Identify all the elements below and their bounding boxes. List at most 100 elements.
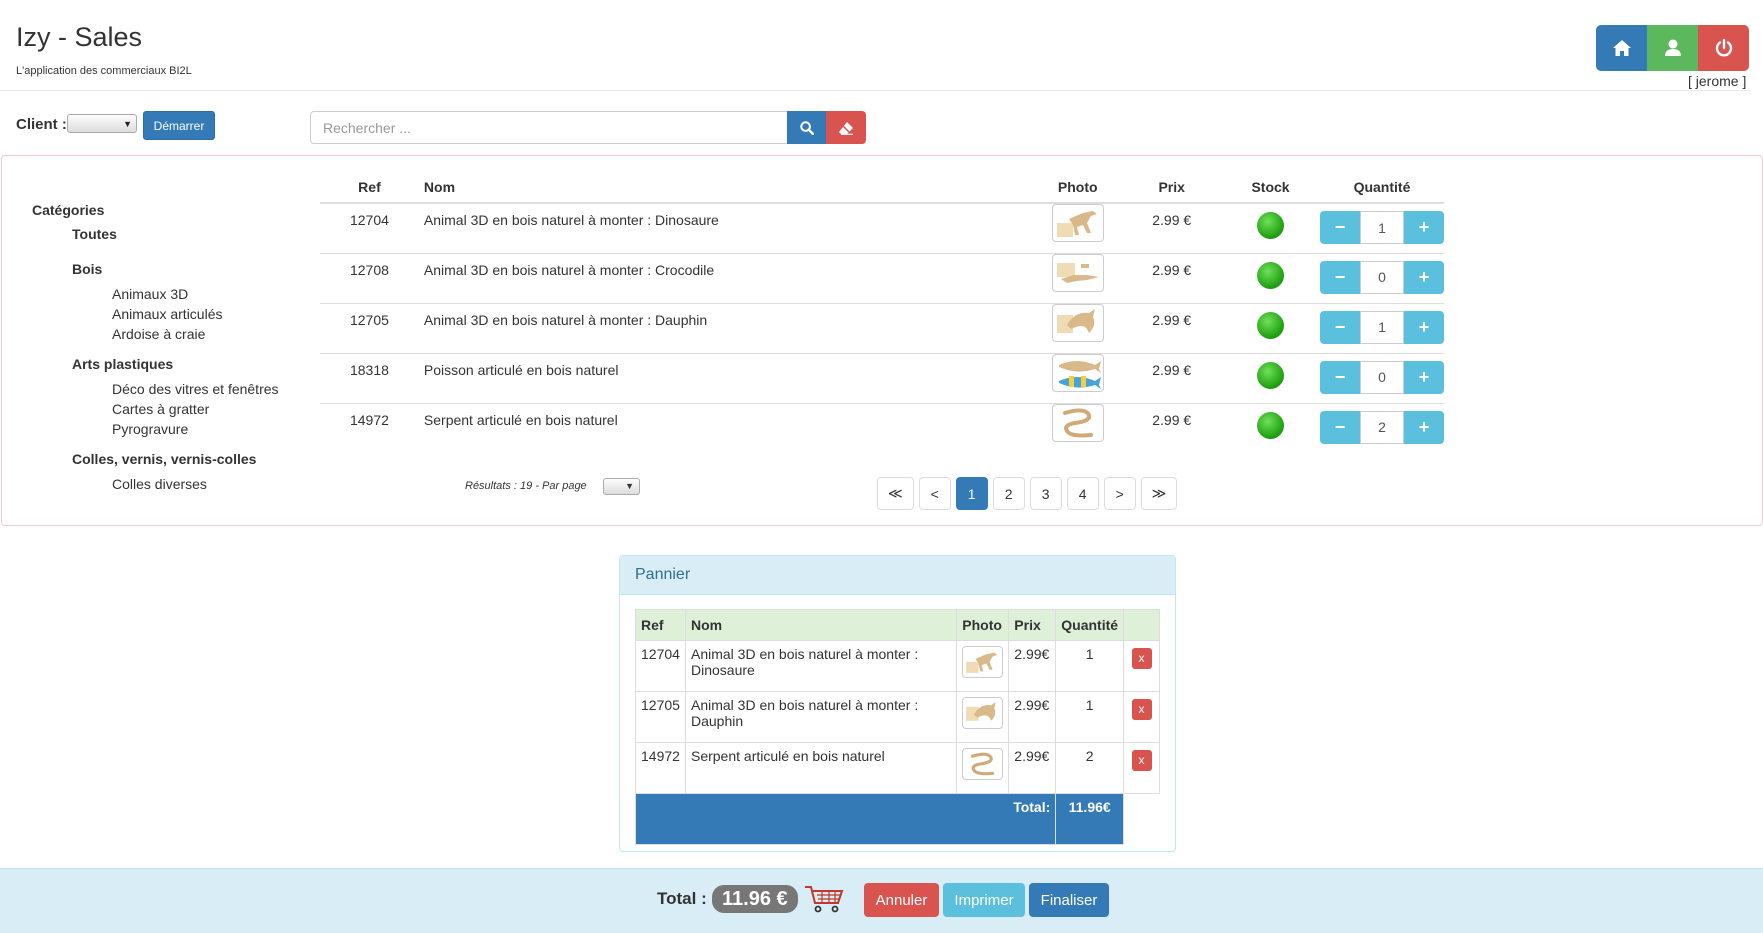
category-colles[interactable]: Colles, vernis, vernis-colles (72, 451, 256, 467)
product-photo[interactable] (1051, 253, 1104, 292)
quantity-stepper: −1 + (1319, 310, 1444, 344)
category-cartes-a-gratter[interactable]: Cartes à gratter (112, 401, 209, 417)
category-colles-diverses[interactable]: Colles diverses (112, 476, 207, 492)
decrement-button[interactable]: − (1319, 260, 1360, 294)
product-name: Animal 3D en bois naturel à monter : Din… (418, 202, 1034, 253)
category-animaux-articules[interactable]: Animaux articulés (112, 306, 223, 322)
increment-button[interactable]: + (1403, 211, 1444, 244)
shopping-cart-icon (804, 884, 844, 918)
table-row: 12705 Animal 3D en bois naturel à monter… (320, 302, 1444, 353)
user-icon (1664, 39, 1681, 56)
logout-button[interactable] (1698, 25, 1749, 71)
page-3[interactable]: 3 (1029, 477, 1062, 510)
table-row: 18318 Poisson articulé en bois naturel 2… (320, 352, 1444, 403)
cart-name: Animal 3D en bois naturel à monter : Din… (684, 640, 958, 692)
product-photo[interactable] (1051, 403, 1104, 442)
product-price: 2.99 € (1122, 252, 1222, 303)
quantity-value[interactable]: 1 (1359, 211, 1404, 244)
user-button[interactable] (1647, 25, 1698, 71)
cart-name: Serpent articulé en bois naturel (684, 742, 958, 794)
cancel-button[interactable]: Annuler (864, 883, 939, 917)
home-button[interactable] (1596, 25, 1647, 71)
cart-panel: Pannier Ref Nom Photo Prix Quantité 1270… (619, 555, 1176, 852)
decrement-button[interactable]: − (1319, 310, 1360, 344)
category-arts-plastiques[interactable]: Arts plastiques (72, 356, 173, 372)
cart-price: 2.99€ (1008, 742, 1057, 794)
product-photo[interactable] (1051, 204, 1104, 242)
product-price: 2.99 € (1122, 202, 1222, 253)
remove-item-button[interactable]: x (1131, 750, 1152, 771)
product-name: Serpent articulé en bois naturel (418, 402, 1034, 453)
start-button[interactable]: Démarrer (143, 111, 215, 140)
products-table: Ref Nom Photo Prix Stock Quantité 12704 … (320, 172, 1444, 453)
search-input[interactable] (310, 111, 788, 144)
page-next[interactable]: > (1103, 477, 1136, 510)
cart-photo (962, 646, 1004, 678)
table-row: 12704 Animal 3D en bois naturel à monter… (320, 202, 1444, 253)
quantity-stepper: −0 + (1319, 360, 1444, 394)
quantity-value[interactable]: 0 (1359, 260, 1404, 294)
product-photo[interactable] (1051, 303, 1104, 342)
category-deco-vitres[interactable]: Déco des vitres et fenêtres (112, 381, 279, 397)
search-button[interactable] (787, 111, 826, 144)
product-price: 2.99 € (1122, 352, 1222, 403)
cart-table: Ref Nom Photo Prix Quantité 12704 Animal… (634, 609, 1160, 845)
username-label: [ jerome ] (1688, 73, 1747, 89)
increment-button[interactable]: + (1403, 360, 1444, 394)
header-divider (0, 90, 1750, 91)
cart-col-ref: Ref (635, 609, 686, 641)
app-title: Izy - Sales (16, 22, 143, 52)
dropdown-arrow-icon: ▼ (625, 481, 634, 491)
page-4[interactable]: 4 (1066, 477, 1099, 510)
cart-photo (962, 697, 1004, 729)
product-price: 2.99 € (1122, 302, 1222, 353)
category-pyrogravure[interactable]: Pyrogravure (112, 421, 188, 437)
remove-item-button[interactable]: x (1131, 648, 1152, 669)
decrement-button[interactable]: − (1319, 410, 1360, 444)
decrement-button[interactable]: − (1319, 360, 1360, 394)
cart-ref: 12705 (635, 691, 686, 743)
category-toutes[interactable]: Toutes (72, 226, 117, 242)
dropdown-arrow-icon: ▼ (123, 119, 132, 129)
quantity-value[interactable]: 0 (1359, 360, 1404, 394)
results-count: Résultats : 19 - Par page (465, 480, 587, 492)
increment-button[interactable]: + (1403, 410, 1444, 444)
cart-qty: 1 (1055, 691, 1125, 743)
increment-button[interactable]: + (1403, 260, 1444, 294)
category-animaux-3d[interactable]: Animaux 3D (112, 286, 188, 302)
page-prev[interactable]: < (918, 477, 951, 510)
stock-indicator (1257, 361, 1284, 389)
cart-col-quantite: Quantité (1055, 609, 1125, 641)
print-button[interactable]: Imprimer (943, 883, 1025, 917)
stock-indicator (1257, 261, 1284, 289)
cart-total-label: Total: (634, 793, 1057, 845)
remove-item-button[interactable]: x (1131, 699, 1152, 720)
category-bois[interactable]: Bois (72, 261, 102, 277)
col-quantite: Quantité (1319, 172, 1444, 204)
per-page-select[interactable]: ▼ (603, 478, 640, 495)
power-icon (1715, 38, 1732, 57)
cart-name: Animal 3D en bois naturel à monter : Dau… (684, 691, 958, 743)
page-last[interactable]: ≫ (1140, 477, 1178, 510)
search-icon (799, 120, 814, 135)
page-1[interactable]: 1 (955, 477, 988, 510)
product-price: 2.99 € (1122, 402, 1222, 453)
cart-qty: 2 (1055, 742, 1125, 794)
finalize-button[interactable]: Finaliser (1029, 883, 1109, 917)
page-first[interactable]: ≪ (877, 477, 914, 510)
header-button-group (1596, 25, 1749, 71)
page-2[interactable]: 2 (992, 477, 1025, 510)
product-photo[interactable] (1051, 353, 1104, 392)
clear-search-button[interactable] (826, 111, 866, 144)
product-ref: 12705 (320, 302, 419, 353)
quantity-value[interactable]: 2 (1359, 410, 1404, 444)
product-ref: 12704 (320, 202, 419, 253)
table-row: 12708 Animal 3D en bois naturel à monter… (320, 252, 1444, 303)
category-ardoise-a-craie[interactable]: Ardoise à craie (112, 326, 205, 342)
stock-indicator (1257, 411, 1284, 439)
decrement-button[interactable]: − (1319, 211, 1360, 244)
client-select[interactable]: ▼ (67, 114, 137, 133)
product-name: Animal 3D en bois naturel à monter : Cro… (418, 252, 1034, 303)
increment-button[interactable]: + (1403, 310, 1444, 344)
quantity-value[interactable]: 1 (1359, 310, 1404, 344)
